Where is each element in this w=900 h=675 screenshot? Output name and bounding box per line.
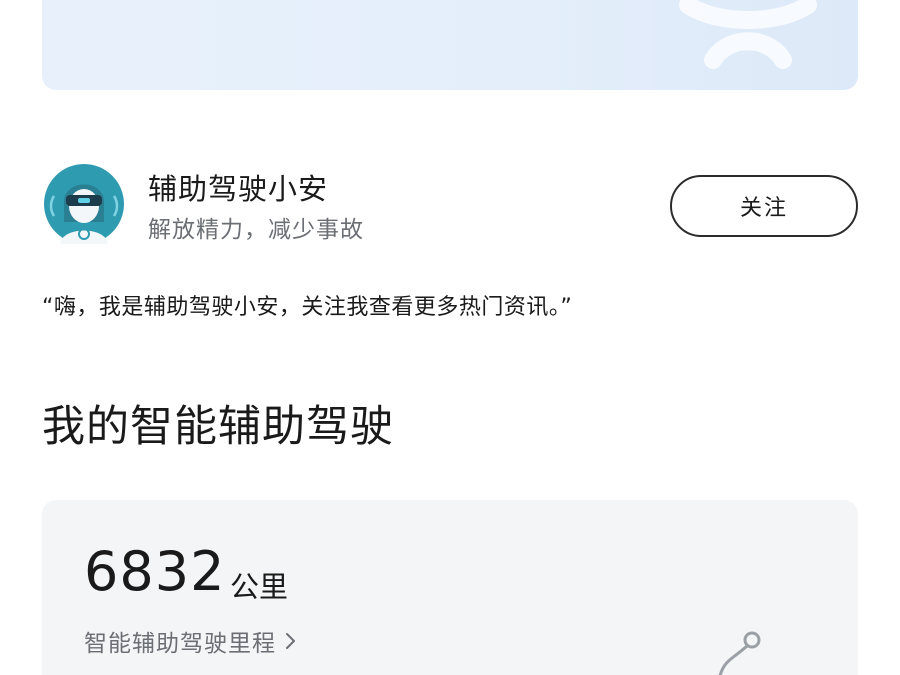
mileage-value: 6832 [84,540,226,603]
page: 辅助驾驶小安 解放精力，减少事故 关注 “嗨，我是辅助驾驶小安，关注我查看更多热… [0,0,900,675]
mileage-unit: 公里 [230,570,289,604]
mileage-card[interactable]: 6832 公里 智能辅助驾驶里程 [42,500,858,675]
top-banner[interactable] [42,0,858,90]
route-icon [718,631,761,675]
mileage-link[interactable]: 智能辅助驾驶里程 [84,624,298,658]
assistant-subtitle: 解放精力，减少事故 [148,217,364,243]
assistant-name: 辅助驾驶小安 [148,172,329,206]
banner-decoration-icon [679,0,817,69]
section-title: 我的智能辅助驾驶 [42,402,394,452]
follow-button[interactable]: 关注 [670,175,858,237]
assistant-avatar-icon[interactable] [42,164,126,244]
mileage-label: 智能辅助驾驶里程 [84,631,276,657]
profile-row: 辅助驾驶小安 解放精力，减少事故 关注 [42,164,858,244]
greeting-quote: “嗨，我是辅助驾驶小安，关注我查看更多热门资讯。” [42,295,573,320]
chevron-right-icon [286,633,295,649]
